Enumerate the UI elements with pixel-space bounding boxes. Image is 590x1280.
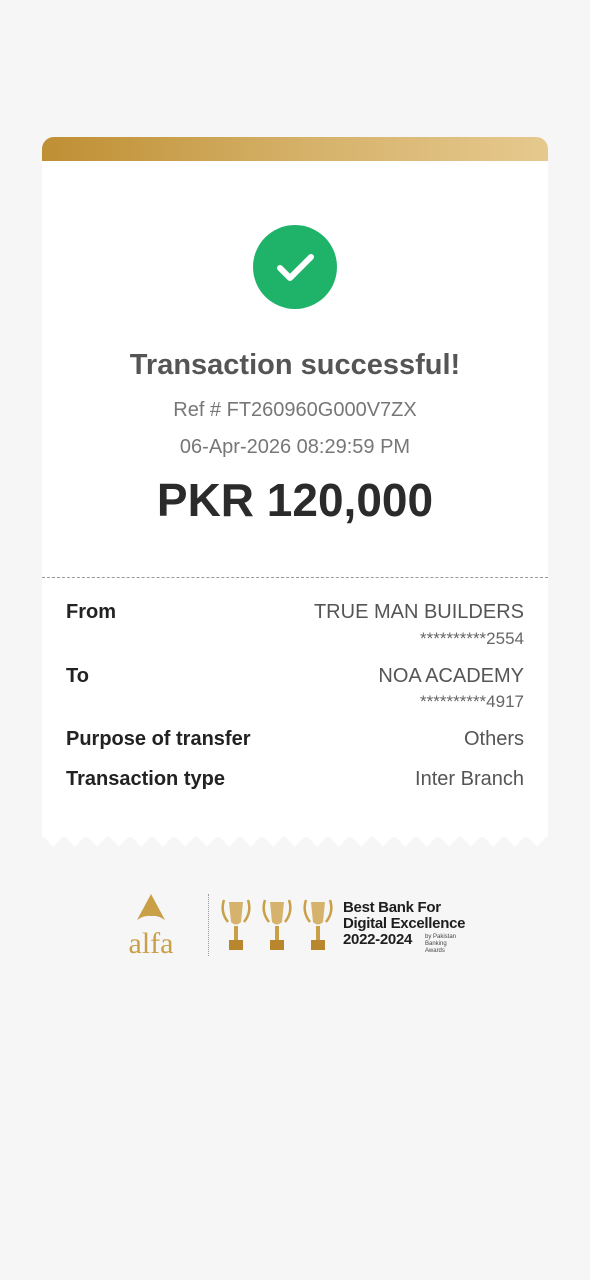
transaction-receipt: Transaction successful! Ref # FT260960G0… [42, 137, 548, 849]
dashed-divider [42, 577, 548, 578]
award-line-1: Best Bank For [343, 899, 441, 916]
footer-divider [208, 894, 209, 956]
to-account: **********4917 [420, 692, 524, 711]
award-source-line-2: Banking Awards [425, 941, 447, 954]
transaction-type-label: Transaction type [66, 768, 225, 790]
trophy-icon [221, 899, 251, 950]
receipt-torn-edge [42, 835, 548, 847]
receipt-header-band [42, 137, 548, 161]
purpose-label: Purpose of transfer [66, 728, 251, 750]
transaction-type-value: Inter Branch [415, 768, 524, 790]
from-name: TRUE MAN BUILDERS [313, 601, 524, 623]
reference-number: Ref # FT260960G000V7ZX [173, 399, 417, 421]
award-text: Best Bank For Digital Excellence 2022-20… [343, 899, 466, 955]
award-line-2: Digital Excellence [343, 915, 466, 932]
to-label: To [66, 665, 89, 687]
from-account: **********2554 [420, 629, 524, 648]
purpose-value: Others [463, 728, 524, 750]
award-source-line-1: by Pakistan [425, 934, 457, 940]
from-label: From [66, 601, 116, 623]
bank-footer: alfa Best Bank For Digital Excellence 20… [118, 890, 478, 960]
trophy-icon [262, 899, 292, 950]
award-source: by Pakistan Banking Awards [425, 934, 465, 955]
success-check-icon [253, 225, 337, 309]
alfa-logo-text: alfa [129, 927, 174, 960]
trophy-icon [303, 899, 333, 950]
transaction-amount: PKR 120,000 [156, 474, 434, 526]
alfa-logo: alfa [129, 894, 174, 960]
transaction-status-title: Transaction successful! [129, 349, 461, 381]
receipt-card: Transaction successful! Ref # FT260960G0… [42, 161, 548, 837]
to-name: NOA ACADEMY [378, 665, 524, 687]
award-years: 2022-2024 [343, 931, 413, 948]
transaction-datetime: 06-Apr-2026 08:29:59 PM [179, 436, 411, 458]
